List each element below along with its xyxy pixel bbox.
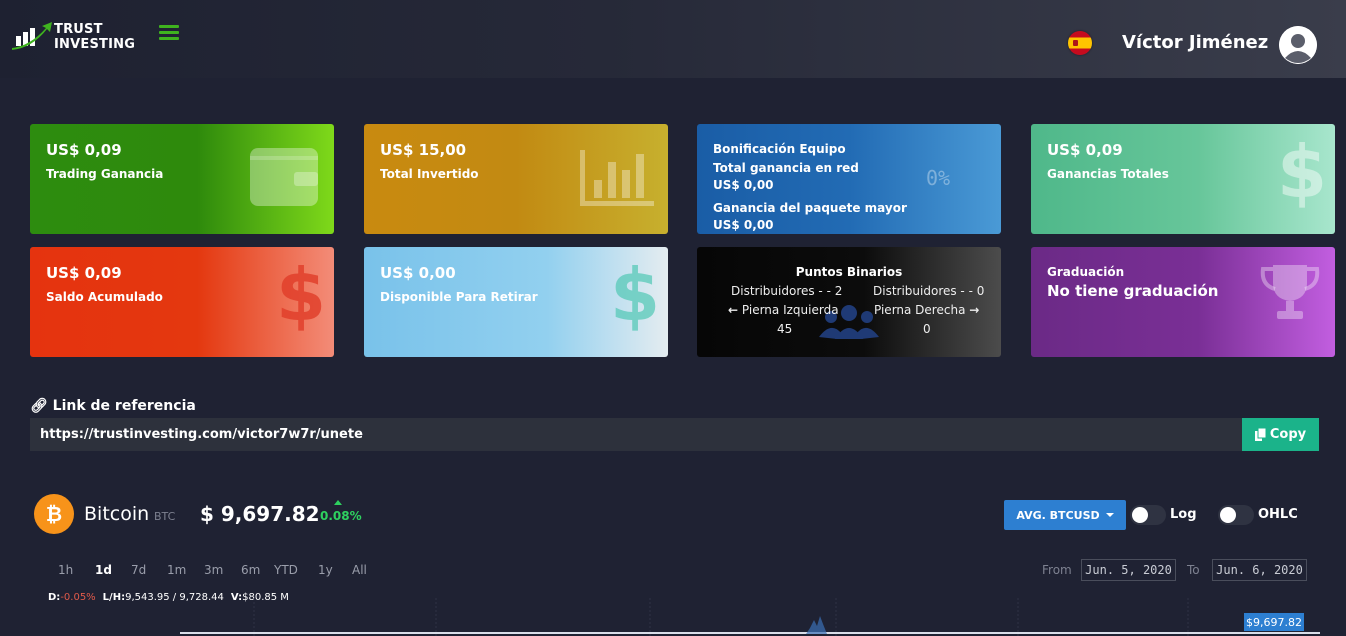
left-distributors: Distribuidores - - 2 <box>731 284 843 298</box>
bar-chart-icon <box>580 150 654 206</box>
arrow-left-icon: ← <box>728 303 739 317</box>
left-points: 45 <box>777 322 793 336</box>
link-icon: 🔗︎ <box>30 398 48 414</box>
binary-points-title: Puntos Binarios <box>795 265 903 279</box>
from-label: From <box>1042 563 1072 577</box>
current-price-tag: $9,697.82 <box>1244 613 1304 631</box>
ohlc-label: OHLC <box>1258 507 1298 522</box>
crypto-change: 0.08% <box>320 509 362 523</box>
top-header: TRUST INVESTING Víctor Jiménez <box>0 0 1346 78</box>
package-earnings-value: US$ 0,00 <box>713 218 774 232</box>
graduation-value: No tiene graduación <box>1047 282 1219 300</box>
available-withdraw-value: US$ 0,00 <box>380 264 456 282</box>
copy-icon <box>1254 428 1266 441</box>
logo-icon <box>12 22 52 50</box>
left-leg: ← Pierna Izquierda <box>728 303 839 317</box>
team-bonus-percent: 0% <box>926 166 951 190</box>
total-earnings-value: US$ 0,09 <box>1047 141 1123 159</box>
to-date-input[interactable]: Jun. 6, 2020 <box>1212 559 1307 581</box>
crypto-name: Bitcoin <box>84 503 150 525</box>
user-avatar-icon[interactable] <box>1279 26 1317 64</box>
trading-earnings-card: US$ 0,09 Trading Ganancia <box>30 124 334 234</box>
range-ytd[interactable]: YTD <box>274 563 298 577</box>
copy-button-label: Copy <box>1269 427 1307 442</box>
trophy-icon <box>1260 265 1320 319</box>
log-toggle[interactable] <box>1130 505 1166 525</box>
range-7d[interactable]: 7d <box>131 563 146 577</box>
logo-line-2: INVESTING <box>54 37 136 52</box>
referral-field <box>30 418 1242 451</box>
accumulated-balance-value: US$ 0,09 <box>46 264 122 282</box>
total-earnings-label: Ganancias Totales <box>1047 167 1169 181</box>
total-invested-label: Total Invertido <box>380 167 479 181</box>
dollar-icon: $ <box>276 253 327 337</box>
crypto-price: $ 9,697.82 <box>200 502 320 526</box>
up-arrow-icon <box>334 500 342 505</box>
accumulated-balance-label: Saldo Acumulado <box>46 290 163 304</box>
package-earnings-label: Ganancia del paquete mayor <box>713 201 907 215</box>
referral-url-input[interactable] <box>40 427 1140 442</box>
crypto-symbol: BTC <box>154 510 176 523</box>
binary-points-card: Puntos Binarios Distribuidores - - 2 Dis… <box>697 247 1001 357</box>
spain-flag-icon[interactable] <box>1068 31 1092 55</box>
right-leg-label: Pierna Derecha <box>874 303 966 317</box>
from-date-input[interactable]: Jun. 5, 2020 <box>1081 559 1176 581</box>
referral-title-text: Link de referencia <box>52 398 196 414</box>
left-leg-label: Pierna Izquierda <box>741 303 839 317</box>
bitcoin-icon: ₿ <box>34 494 74 534</box>
copy-button[interactable]: Copy <box>1242 418 1319 451</box>
pair-dropdown-label: AVG. BTCUSD <box>1016 508 1100 522</box>
team-bonus-card: Bonificación Equipo Total ganancia en re… <box>697 124 1001 234</box>
dollar-icon: $ <box>610 253 661 337</box>
logo-wordmark[interactable]: TRUST INVESTING <box>54 22 135 52</box>
available-withdraw-label: Disponible Para Retirar <box>380 290 538 304</box>
right-points: 0 <box>923 322 931 336</box>
wallet-icon <box>250 148 318 206</box>
caret-down-icon <box>1105 513 1114 517</box>
network-earnings-value: US$ 0,00 <box>713 178 774 192</box>
range-1h[interactable]: 1h <box>58 563 73 577</box>
user-name[interactable]: Víctor Jiménez <box>1122 32 1268 53</box>
range-6m[interactable]: 6m <box>241 563 260 577</box>
trading-earnings-label: Trading Ganancia <box>46 167 164 181</box>
to-label: To <box>1187 563 1200 577</box>
price-chart[interactable] <box>30 598 1320 636</box>
accumulated-balance-card: US$ 0,09 Saldo Acumulado $ <box>30 247 334 357</box>
dollar-icon: $ <box>1277 130 1328 214</box>
range-1d[interactable]: 1d <box>95 563 112 577</box>
graduation-card: Graduación No tiene graduación <box>1031 247 1335 357</box>
pair-dropdown[interactable]: AVG. BTCUSD <box>1004 500 1126 530</box>
logo-line-1: TRUST <box>54 22 103 37</box>
range-1m[interactable]: 1m <box>167 563 186 577</box>
total-earnings-card: US$ 0,09 Ganancias Totales $ <box>1031 124 1335 234</box>
total-invested-card: US$ 15,00 Total Invertido <box>364 124 668 234</box>
referral-title: 🔗︎ Link de referencia <box>30 398 196 414</box>
range-3m[interactable]: 3m <box>204 563 223 577</box>
right-distributors: Distribuidores - - 0 <box>873 284 985 298</box>
arrow-right-icon: → <box>969 303 980 317</box>
graduation-label: Graduación <box>1047 265 1125 279</box>
ohlc-toggle[interactable] <box>1218 505 1254 525</box>
trading-earnings-value: US$ 0,09 <box>46 141 122 159</box>
range-1y[interactable]: 1y <box>318 563 333 577</box>
total-invested-value: US$ 15,00 <box>380 141 467 159</box>
right-leg: Pierna Derecha → <box>874 303 979 317</box>
team-bonus-title: Bonificación Equipo <box>713 142 846 156</box>
network-earnings-label: Total ganancia en red <box>713 161 859 175</box>
menu-toggle-icon[interactable] <box>159 25 179 41</box>
available-withdraw-card: US$ 0,00 Disponible Para Retirar $ <box>364 247 668 357</box>
range-all[interactable]: All <box>352 563 367 577</box>
log-label: Log <box>1170 507 1197 522</box>
